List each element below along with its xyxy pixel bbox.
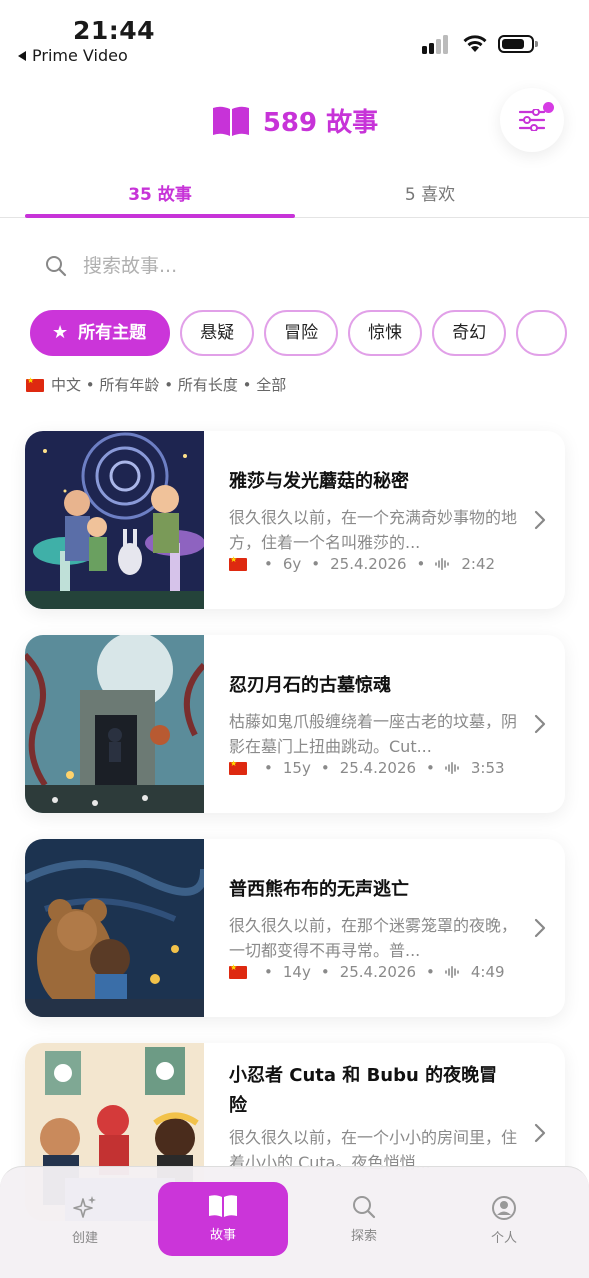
chevron-right-icon — [534, 918, 546, 938]
story-title: 雅莎与发光蘑菇的秘密 — [229, 471, 409, 492]
search-input[interactable] — [83, 250, 543, 282]
sliders-icon — [519, 109, 545, 131]
story-date: 25.4.2026 — [339, 963, 417, 981]
tab-stories[interactable]: 35 故事 — [25, 180, 295, 205]
chip-label: 奇幻 — [452, 323, 487, 343]
active-tab-indicator — [25, 214, 295, 218]
china-flag-icon — [229, 555, 247, 571]
wifi-icon — [463, 35, 487, 52]
nav-label: 创建 — [71, 1231, 98, 1246]
chip-label: 冒险 — [284, 323, 319, 343]
chip-more[interactable] — [516, 310, 567, 356]
audio-wave-icon — [445, 761, 459, 774]
story-meta: •15y•25.4.2026•3:53 — [229, 759, 505, 777]
nav-label: 探索 — [350, 1229, 377, 1244]
story-title: 忍刃月石的古墓惊魂 — [229, 675, 391, 696]
nav-profile[interactable]: 个人 — [439, 1183, 569, 1255]
story-thumbnail — [25, 635, 204, 813]
story-card[interactable]: 雅莎与发光蘑菇的秘密 很久很久以前，在一个充满奇妙事物的地方，住着一个名叫雅莎的… — [25, 431, 565, 609]
chip-fantasy[interactable]: 奇幻 — [432, 310, 507, 356]
chevron-right-icon — [534, 714, 546, 734]
search-icon — [46, 256, 67, 277]
search-bar — [25, 242, 565, 290]
china-flag-icon — [26, 376, 44, 392]
chip-label: 所有主题 — [78, 323, 147, 343]
chip-mystery[interactable]: 悬疑 — [180, 310, 255, 356]
bottom-navigation: 创建 故事 探索 个人 — [0, 1166, 589, 1278]
filter-length: 所有长度 — [177, 376, 238, 394]
story-meta: •6y•25.4.2026•2:42 — [229, 555, 495, 573]
filter-button[interactable] — [500, 88, 564, 152]
story-age: 15y — [282, 759, 311, 777]
audio-wave-icon — [445, 965, 459, 978]
star-icon: ★ — [52, 322, 69, 343]
tab-favorites[interactable]: 5 喜欢 — [295, 180, 565, 205]
audio-wave-icon — [435, 557, 450, 570]
story-age: 6y — [282, 555, 302, 573]
chip-label: 悬疑 — [200, 323, 235, 343]
story-thumbnail — [25, 431, 204, 609]
page-title-text: 589 故事 — [262, 108, 379, 138]
book-icon — [209, 1195, 237, 1217]
story-tabs: 35 故事 5 喜欢 — [0, 172, 589, 218]
story-card[interactable]: 忍刃月石的古墓惊魂 枯藤如鬼爪般缠绕着一座古老的坟墓，阴影在墓门上扭曲跳动。Cu… — [25, 635, 565, 813]
status-time: 21:44 — [73, 16, 156, 45]
story-title: 小忍者 Cuta 和 Bubu 的夜晚冒险 — [229, 1065, 498, 1116]
nav-label: 个人 — [490, 1231, 517, 1246]
story-duration: 3:53 — [470, 759, 505, 777]
person-icon — [492, 1196, 516, 1220]
cellular-signal-icon — [422, 34, 452, 54]
chip-label: 惊悚 — [368, 323, 403, 343]
nav-explore[interactable]: 探索 — [299, 1183, 429, 1255]
story-date: 25.4.2026 — [330, 555, 407, 573]
story-excerpt: 枯藤如鬼爪般缠绕着一座古老的坟墓，阴影在墓门上扭曲跳动。Cut... — [229, 712, 518, 756]
chip-thriller[interactable]: 惊悚 — [348, 310, 423, 356]
back-arrow-icon — [18, 50, 26, 61]
theme-chips: ★ 所有主题 悬疑 冒险 惊悚 奇幻 — [30, 310, 589, 356]
china-flag-icon — [229, 963, 247, 979]
nav-create[interactable]: 创建 — [20, 1183, 150, 1255]
filter-scope: 全部 — [256, 376, 287, 394]
back-app-label: Prime Video — [32, 46, 128, 65]
story-age: 14y — [282, 963, 311, 981]
story-duration: 2:42 — [461, 555, 496, 573]
book-icon — [212, 106, 249, 136]
filter-active-badge — [543, 102, 554, 113]
chip-adventure[interactable]: 冒险 — [264, 310, 339, 356]
nav-stories[interactable]: 故事 — [158, 1182, 288, 1256]
story-duration: 4:49 — [470, 963, 505, 981]
story-card[interactable]: 普西熊布布的无声逃亡 很久很久以前，在那个迷雾笼罩的夜晚，一切都变得不再寻常。普… — [25, 839, 565, 1017]
sparkle-icon — [73, 1196, 96, 1218]
china-flag-icon — [229, 759, 247, 775]
chip-all-themes[interactable]: ★ 所有主题 — [30, 310, 171, 356]
chevron-right-icon — [534, 1123, 546, 1143]
story-excerpt: 很久很久以前，在一个充满奇妙事物的地方，住着一个名叫雅莎的... — [229, 508, 518, 552]
story-meta: •14y•25.4.2026•4:49 — [229, 963, 505, 981]
story-title: 普西熊布布的无声逃亡 — [229, 879, 409, 900]
filter-language: 中文 — [51, 376, 82, 394]
nav-label: 故事 — [209, 1228, 236, 1243]
back-to-app-link[interactable]: Prime Video — [18, 46, 128, 65]
story-thumbnail — [25, 839, 204, 1017]
filter-age: 所有年龄 — [99, 376, 160, 394]
status-bar: 21:44 Prime Video — [0, 0, 589, 80]
search-icon — [353, 1196, 376, 1219]
chevron-right-icon — [534, 510, 546, 530]
story-excerpt: 很久很久以前，在那个迷雾笼罩的夜晚，一切都变得不再寻常。普... — [229, 916, 518, 960]
filter-summary: 中文 • 所有年龄 • 所有长度 • 全部 — [26, 374, 286, 395]
story-date: 25.4.2026 — [339, 759, 417, 777]
battery-icon — [498, 35, 538, 53]
